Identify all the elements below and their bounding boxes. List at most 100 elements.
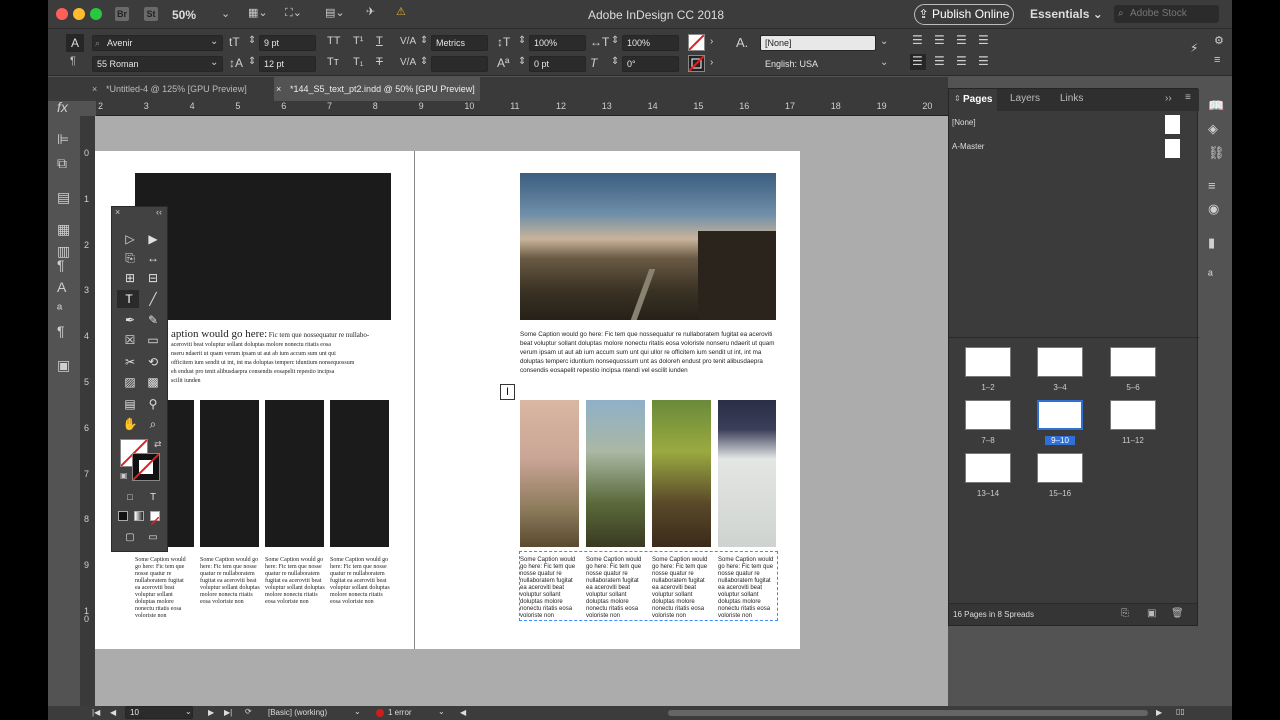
font-family-dropdown-icon[interactable]: ⌄ bbox=[210, 36, 218, 47]
image-frame-placeholder[interactable] bbox=[330, 400, 389, 547]
object-styles-icon[interactable]: ▣ bbox=[57, 357, 70, 374]
tools-panel[interactable]: × ‹‹ ▷ ▶ ⎘ ↔ ⊞ ⊟ T ╱ ✒ ✎ ☒ ▭ ✂ ⟲ ▨ ▩ ▤ ⚲… bbox=[111, 206, 168, 552]
panel-menu-icon[interactable]: ≡ bbox=[1214, 54, 1220, 66]
small-caption[interactable]: Some Caption would go here: Fic tem que … bbox=[135, 557, 189, 620]
rectangle-tool[interactable]: ▭ bbox=[144, 333, 162, 347]
paragraph-styles-icon[interactable]: ¶ bbox=[57, 323, 65, 339]
stroke-dropdown-icon[interactable]: › bbox=[710, 57, 713, 68]
tab-layers[interactable]: Layers bbox=[1010, 93, 1040, 104]
justify-icon[interactable]: ☰ bbox=[978, 33, 989, 47]
align-panel-icon[interactable]: ⊫ bbox=[57, 131, 69, 148]
strikethrough-icon[interactable]: T bbox=[376, 56, 383, 68]
next-page-icon[interactable]: ▶ bbox=[208, 708, 214, 717]
character-style-dropdown-icon[interactable]: ⌄ bbox=[880, 36, 888, 47]
kerning-field[interactable]: Metrics bbox=[431, 35, 488, 51]
content-placer-tool[interactable]: ⊟ bbox=[144, 271, 162, 285]
subscript-icon[interactable]: T₁ bbox=[353, 56, 363, 68]
character-styles-icon[interactable]: ª bbox=[57, 301, 62, 317]
scissors-tool[interactable]: ✂ bbox=[121, 355, 139, 369]
apply-gradient-button[interactable] bbox=[134, 511, 144, 521]
language-dropdown-icon[interactable]: ⌄ bbox=[880, 57, 888, 68]
leading-stepper[interactable]: ⇕ bbox=[248, 56, 256, 67]
quick-apply-icon[interactable]: ⚡ bbox=[1190, 41, 1198, 55]
image-frame-placeholder[interactable] bbox=[135, 173, 391, 320]
master-none[interactable]: [None] bbox=[952, 118, 976, 127]
selection-tool[interactable]: ▷ bbox=[121, 232, 139, 246]
horizontal-scale-stepper[interactable]: ⇕ bbox=[611, 35, 619, 46]
align-left-2-icon[interactable]: ☰ bbox=[912, 54, 923, 68]
master-a-thumb[interactable] bbox=[1165, 139, 1180, 158]
tab-links[interactable]: Links bbox=[1060, 93, 1083, 104]
pencil-tool[interactable]: ✎ bbox=[144, 313, 162, 327]
effects-icon[interactable]: fx bbox=[57, 99, 68, 115]
apply-color-button[interactable] bbox=[118, 511, 128, 521]
selection-bounding-box[interactable] bbox=[519, 551, 778, 621]
panel-collapse-icon[interactable]: ⇕ bbox=[954, 94, 961, 103]
image-frame-placeholder[interactable] bbox=[200, 400, 259, 547]
master-none-thumb[interactable] bbox=[1165, 115, 1180, 134]
architecture-photo[interactable] bbox=[718, 400, 776, 547]
text-wrap-icon[interactable]: ▤ bbox=[57, 189, 70, 206]
align-right-icon[interactable]: ☰ bbox=[956, 33, 967, 47]
right-page[interactable]: Some Caption would go here: Fic tem que … bbox=[415, 151, 800, 649]
horizontal-scale-field[interactable]: 100% bbox=[622, 35, 679, 51]
zoom-dropdown-icon[interactable]: ⌄ bbox=[221, 7, 230, 20]
apply-none-button[interactable] bbox=[150, 511, 160, 526]
pages-panel-menu-icon[interactable]: ≡ bbox=[1185, 92, 1191, 103]
stock-button[interactable]: St bbox=[144, 7, 158, 21]
tab-144-s5-text[interactable]: × *144_S5_text_pt2.indd @ 50% [GPU Previ… bbox=[274, 77, 480, 101]
spread-thumb-9-10[interactable] bbox=[1037, 400, 1083, 430]
collapse-panel-icon[interactable]: ‹‹ bbox=[156, 207, 162, 217]
main-caption-right[interactable]: Some Caption would go here: Fic tem que … bbox=[520, 330, 778, 375]
page-number-field[interactable]: 10 bbox=[125, 706, 193, 719]
stock-search-input[interactable]: ⌕ Adobe Stock bbox=[1114, 5, 1219, 23]
zoom-tool[interactable]: ⌕ bbox=[144, 417, 162, 432]
font-size-stepper[interactable]: ⇕ bbox=[248, 35, 256, 46]
workspace-switcher[interactable]: Essentials ⌄ bbox=[1030, 7, 1103, 21]
spread-thumb-5-6[interactable] bbox=[1110, 347, 1156, 377]
small-caps-icon[interactable]: Tт bbox=[327, 56, 339, 68]
screen-mode-icon[interactable]: ⛶⌄ bbox=[285, 6, 302, 20]
font-style-field[interactable]: 55 Roman bbox=[92, 56, 223, 72]
font-family-field[interactable]: ⌕ Avenir bbox=[92, 35, 223, 51]
eyedropper-tool[interactable]: ⚲ bbox=[144, 397, 162, 411]
horizontal-ruler[interactable]: 2 3 4 5 6 7 8 9 10 11 12 13 14 15 16 17 18 19 20 bbox=[96, 101, 948, 116]
fill-none-swatch[interactable] bbox=[688, 34, 705, 51]
baseline-shift-field[interactable]: 0 pt bbox=[529, 56, 586, 72]
color-icon[interactable]: ◉ bbox=[1208, 201, 1219, 217]
preflight-menu-icon[interactable]: ⌄ bbox=[438, 707, 445, 716]
tab-pages[interactable]: ⇕ Pages bbox=[949, 89, 997, 111]
all-caps-icon[interactable]: TT bbox=[327, 35, 340, 47]
stroke-swatch-tool[interactable] bbox=[132, 453, 160, 481]
note-tool[interactable]: ▤ bbox=[121, 397, 139, 411]
foggy-forest-photo[interactable] bbox=[520, 400, 579, 547]
arrange-documents-icon[interactable]: ▤⌄ bbox=[325, 6, 345, 19]
first-page-icon[interactable]: |◀ bbox=[92, 708, 100, 717]
bridge-button[interactable]: Br bbox=[115, 7, 129, 21]
pasteboard[interactable]: aption would go here: Fic tem que nosseq… bbox=[95, 116, 948, 706]
gradient-swatch-tool[interactable]: ▨ bbox=[121, 375, 139, 389]
main-caption-left[interactable]: aption would go here: Fic tem que nosseq… bbox=[171, 329, 391, 386]
default-colors-icon[interactable]: ▣ bbox=[120, 471, 128, 480]
expand-panel-icon[interactable]: ›› bbox=[1165, 93, 1172, 104]
small-caption[interactable]: Some Caption would go here: Fic tem que … bbox=[330, 557, 390, 606]
gradient-feather-tool[interactable]: ▩ bbox=[144, 375, 162, 389]
content-collector-tool[interactable]: ⊞ bbox=[121, 271, 139, 285]
type-tool[interactable]: T bbox=[120, 292, 138, 306]
last-page-icon[interactable]: ▶| bbox=[224, 708, 232, 717]
publish-online-button[interactable]: ⇪ Publish Online bbox=[914, 4, 1014, 25]
language-field[interactable]: English: USA bbox=[760, 56, 889, 72]
tracking-field[interactable] bbox=[431, 56, 488, 72]
horizontal-scrollbar[interactable] bbox=[668, 710, 1148, 716]
warning-icon[interactable]: ⚠ bbox=[396, 5, 406, 18]
kerning-stepper[interactable]: ⇕ bbox=[420, 35, 428, 46]
open-page-icon[interactable]: ⟳ bbox=[245, 707, 252, 716]
align-right-2-icon[interactable]: ☰ bbox=[956, 54, 967, 68]
zoom-window-button[interactable] bbox=[90, 8, 102, 20]
small-caption[interactable]: Some Caption would go here: Fic tem que … bbox=[200, 557, 260, 606]
paragraph-panel-icon[interactable]: ¶ bbox=[57, 257, 65, 273]
close-tab-icon[interactable]: × bbox=[276, 77, 281, 101]
close-tab-icon[interactable]: × bbox=[92, 77, 97, 101]
font-size-field[interactable]: 9 pt bbox=[259, 35, 316, 51]
tracking-stepper[interactable]: ⇕ bbox=[420, 56, 428, 67]
